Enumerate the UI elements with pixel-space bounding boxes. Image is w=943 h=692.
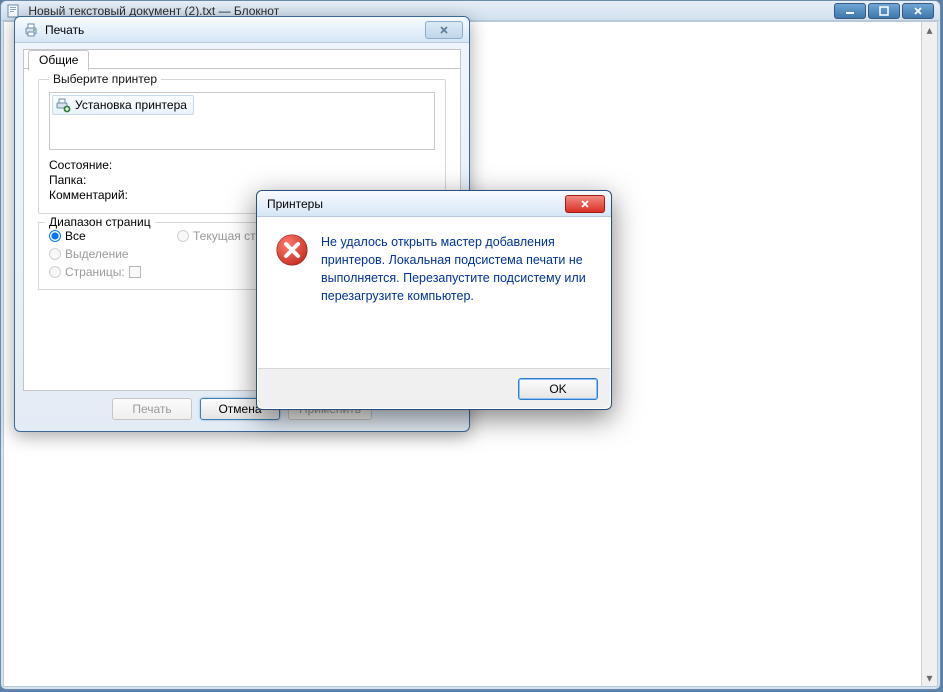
- page-range-legend: Диапазон страниц: [45, 215, 155, 229]
- printer-list[interactable]: Установка принтера: [49, 92, 435, 150]
- range-current-input: [177, 230, 189, 242]
- folder-row: Папка:: [49, 173, 435, 187]
- range-selection-input: [49, 248, 61, 260]
- error-dialog-titlebar[interactable]: Принтеры: [257, 191, 611, 217]
- folder-label: Папка:: [49, 173, 86, 187]
- error-dialog-footer: OK: [258, 368, 610, 408]
- status-row: Состояние:: [49, 158, 435, 172]
- error-dialog: Принтеры Не удалось открыть мастер добав…: [256, 190, 612, 410]
- print-dialog-close-button[interactable]: [425, 21, 463, 39]
- pages-input: [129, 266, 141, 278]
- print-dialog-title: Печать: [23, 22, 425, 38]
- range-all-input[interactable]: [49, 230, 61, 242]
- range-pages-label: Страницы:: [65, 265, 125, 279]
- close-button[interactable]: [902, 3, 934, 19]
- print-button: Печать: [112, 398, 192, 420]
- print-dialog-title-text: Печать: [45, 23, 84, 37]
- error-icon: [275, 233, 309, 361]
- error-dialog-close-button[interactable]: [565, 195, 605, 213]
- error-dialog-body: Не удалось открыть мастер добавления при…: [257, 217, 611, 367]
- scroll-track[interactable]: [922, 38, 937, 670]
- tab-strip: Общие: [24, 50, 460, 69]
- range-pages-input-radio: [49, 266, 61, 278]
- ok-button[interactable]: OK: [518, 378, 598, 400]
- maximize-button[interactable]: [868, 3, 900, 19]
- vertical-scrollbar[interactable]: ▴ ▾: [921, 22, 937, 686]
- scroll-down-button[interactable]: ▾: [922, 670, 937, 686]
- print-dialog-titlebar[interactable]: Печать: [15, 17, 469, 43]
- range-pages-radio: Страницы:: [49, 265, 169, 279]
- range-selection-radio: Выделение: [49, 247, 169, 261]
- status-label: Состояние:: [49, 158, 112, 172]
- range-selection-label: Выделение: [65, 247, 129, 261]
- select-printer-legend: Выберите принтер: [49, 72, 161, 86]
- comment-label: Комментарий:: [49, 188, 128, 202]
- window-controls: [834, 3, 934, 19]
- scroll-up-button[interactable]: ▴: [922, 22, 937, 38]
- tab-general[interactable]: Общие: [28, 50, 89, 71]
- range-all-radio[interactable]: Все: [49, 229, 169, 243]
- range-all-label: Все: [65, 229, 86, 243]
- add-printer-item[interactable]: Установка принтера: [52, 95, 194, 115]
- printer-icon: [23, 22, 39, 38]
- add-printer-icon: [55, 97, 71, 113]
- error-dialog-title: Принтеры: [267, 197, 565, 211]
- error-message: Не удалось открыть мастер добавления при…: [321, 233, 593, 361]
- minimize-button[interactable]: [834, 3, 866, 19]
- add-printer-label: Установка принтера: [75, 98, 187, 112]
